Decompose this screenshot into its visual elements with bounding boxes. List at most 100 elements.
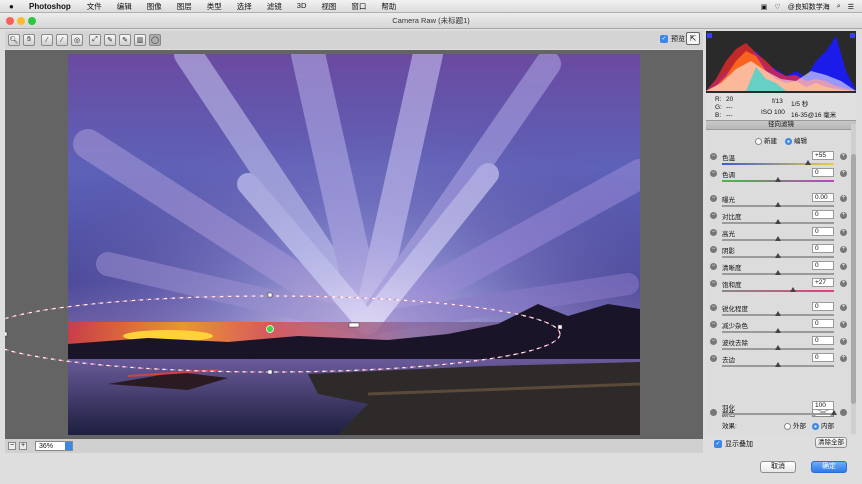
slider-track[interactable] [722, 290, 834, 292]
slider-knob[interactable] [805, 160, 812, 165]
ok-button[interactable]: 确定 [811, 461, 847, 473]
slider-knob[interactable] [775, 345, 781, 350]
slider-value[interactable]: 0 [812, 353, 834, 362]
feather-knob[interactable] [831, 410, 837, 415]
menu-window[interactable]: 窗口 [351, 1, 366, 12]
slider-minus-icon[interactable]: − [710, 170, 717, 177]
feather-track[interactable] [722, 413, 834, 415]
slider-knob[interactable] [775, 311, 781, 316]
slider-value[interactable]: 0 [812, 302, 834, 311]
slider-value[interactable]: +55 [812, 151, 834, 160]
show-overlay-toggle[interactable]: ✓ 显示叠加 [714, 439, 753, 449]
slider-knob[interactable] [775, 253, 781, 258]
preview-checkbox[interactable]: ✓ [660, 35, 668, 43]
slider-value[interactable]: 0 [812, 319, 834, 328]
spot-removal-tool-icon[interactable]: ✎ [104, 34, 116, 46]
show-overlay-checkbox[interactable]: ✓ [714, 440, 722, 448]
slider-value[interactable]: 0 [812, 261, 834, 270]
slider-value[interactable]: 0.00 [812, 193, 834, 202]
slider-plus-icon[interactable]: + [840, 195, 847, 202]
fullscreen-icon[interactable]: ⇱ [686, 32, 700, 45]
app-name[interactable]: Photoshop [29, 2, 71, 11]
screen-icon[interactable]: ▣ [761, 3, 768, 11]
menu-filter[interactable]: 滤镜 [267, 1, 282, 12]
slider-track[interactable] [722, 163, 834, 165]
color-minus-icon[interactable] [710, 409, 717, 416]
slider-knob[interactable] [775, 362, 781, 367]
targeted-adjust-tool-icon[interactable]: ◎ [71, 34, 83, 46]
mode-edit-radio[interactable] [785, 137, 792, 145]
slider-plus-icon[interactable]: + [840, 338, 847, 345]
menu-3d[interactable]: 3D [297, 1, 307, 12]
slider-minus-icon[interactable]: − [710, 195, 717, 202]
slider-plus-icon[interactable]: + [840, 280, 847, 287]
slider-value[interactable]: 0 [812, 336, 834, 345]
effect-inside-radio[interactable] [812, 422, 819, 430]
slider-plus-icon[interactable]: + [840, 355, 847, 362]
slider-minus-icon[interactable]: − [710, 212, 717, 219]
straighten-tool-icon[interactable]: ⤢ [89, 34, 101, 46]
clear-all-button[interactable]: 清除全部 [815, 437, 847, 448]
zoom-select[interactable]: 36% [35, 441, 73, 451]
user-label[interactable]: @良知数学海 [788, 2, 830, 12]
slider-minus-icon[interactable]: − [710, 355, 717, 362]
menu-image[interactable]: 图像 [147, 1, 162, 12]
search-icon[interactable]: ⌕ [837, 3, 841, 11]
slider-knob[interactable] [775, 219, 781, 224]
effect-outside[interactable]: 外部 [784, 420, 806, 430]
slider-minus-icon[interactable]: − [710, 304, 717, 311]
menu-type[interactable]: 类型 [207, 1, 222, 12]
scrollbar-thumb[interactable] [851, 154, 856, 404]
slider-minus-icon[interactable]: − [710, 280, 717, 287]
slider-knob[interactable] [775, 177, 781, 182]
zoom-tool-icon[interactable]: 🔍︎ [8, 34, 20, 46]
image-canvas[interactable] [5, 50, 703, 439]
slider-plus-icon[interactable]: + [840, 170, 847, 177]
menu-edit[interactable]: 编辑 [117, 1, 132, 12]
feather-value[interactable]: 100 [812, 401, 834, 410]
graduated-filter-tool-icon[interactable]: ▥ [134, 34, 146, 46]
menu-layer[interactable]: 图层 [177, 1, 192, 12]
minimize-window-button[interactable] [17, 17, 25, 25]
color-sampler-tool-icon[interactable]: ⁄ [56, 34, 68, 46]
effect-inside[interactable]: 内部 [812, 420, 834, 430]
menu-select[interactable]: 选择 [237, 1, 252, 12]
slider-minus-icon[interactable]: − [710, 321, 717, 328]
slider-plus-icon[interactable]: + [840, 321, 847, 328]
slider-value[interactable]: 0 [812, 244, 834, 253]
slider-value[interactable]: +27 [812, 278, 834, 287]
preview-toggle[interactable]: ✓ 预览 [660, 34, 685, 44]
menu-view[interactable]: 视图 [321, 1, 336, 12]
slider-plus-icon[interactable]: + [840, 263, 847, 270]
radial-filter-overlay[interactable] [5, 50, 703, 439]
panel-scrollbar[interactable] [851, 124, 856, 434]
slider-knob[interactable] [775, 236, 781, 241]
slider-plus-icon[interactable]: + [840, 212, 847, 219]
slider-minus-icon[interactable]: − [710, 229, 717, 236]
hand-tool-icon[interactable]: ✋︎ [23, 34, 35, 46]
mode-new-radio[interactable] [755, 137, 762, 145]
zoom-out-button[interactable]: − [8, 442, 16, 450]
brush-tool-icon[interactable]: ✎ [119, 34, 131, 46]
mode-edit[interactable]: 编辑 [785, 135, 807, 145]
zoom-in-button[interactable]: + [19, 442, 27, 450]
radial-filter-tool-icon[interactable]: ◯ [149, 34, 161, 46]
color-plus-icon[interactable] [840, 409, 847, 416]
effect-outside-radio[interactable] [784, 422, 791, 430]
slider-knob[interactable] [775, 270, 781, 275]
slider-plus-icon[interactable]: + [840, 229, 847, 236]
slider-value[interactable]: 0 [812, 227, 834, 236]
apple-icon[interactable]: ● [9, 2, 19, 11]
slider-minus-icon[interactable]: − [710, 246, 717, 253]
slider-minus-icon[interactable]: − [710, 338, 717, 345]
menu-help[interactable]: 帮助 [381, 1, 396, 12]
slider-plus-icon[interactable]: + [840, 246, 847, 253]
slider-knob[interactable] [775, 328, 781, 333]
white-balance-tool-icon[interactable]: ⁄ [41, 34, 53, 46]
slider-minus-icon[interactable]: − [710, 263, 717, 270]
cancel-button[interactable]: 取消 [760, 461, 796, 473]
heart-icon[interactable]: ♡ [774, 3, 780, 11]
close-window-button[interactable] [6, 17, 14, 25]
slider-value[interactable]: 0 [812, 168, 834, 177]
slider-minus-icon[interactable]: − [710, 153, 717, 160]
